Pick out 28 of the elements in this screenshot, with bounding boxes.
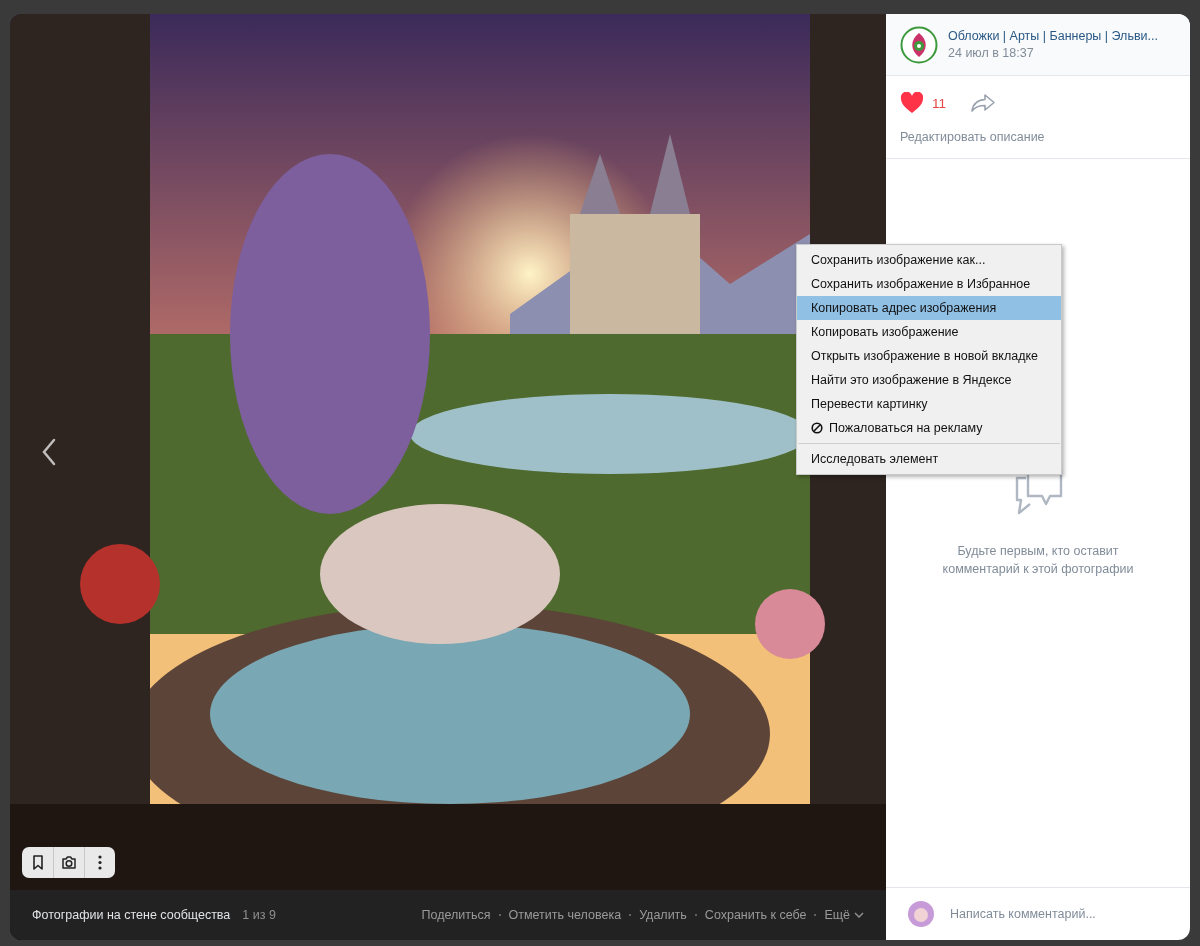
share-icon[interactable] xyxy=(970,93,996,113)
menu-item[interactable]: Копировать изображение xyxy=(797,320,1061,344)
footer-link[interactable]: Сохранить к себе xyxy=(704,908,807,922)
album-title[interactable]: Фотографии на стене сообщества xyxy=(32,908,231,922)
menu-item[interactable]: Сохранить изображение в Избранное xyxy=(797,272,1061,296)
caret-icon xyxy=(854,912,864,918)
menu-item[interactable]: Найти это изображение в Яндексе xyxy=(797,368,1061,392)
group-avatar[interactable] xyxy=(900,25,938,64)
edit-description-link[interactable]: Редактировать описание xyxy=(900,130,1176,144)
photo-counter: 1 из 9 xyxy=(242,908,276,922)
more-link[interactable]: Ещё xyxy=(824,908,864,922)
footer-link[interactable]: Отметить человека xyxy=(508,908,622,922)
menu-item[interactable]: Пожаловаться на рекламу xyxy=(797,416,1061,440)
comment-field[interactable]: Написать комментарий... xyxy=(948,906,1168,922)
chevron-left-icon[interactable] xyxy=(42,438,56,466)
empty-comments-message: Будьте первым, кто оставит комментарий к этой фотографии xyxy=(941,543,1135,578)
prohibited-icon xyxy=(811,422,823,434)
footer-link[interactable]: Поделиться xyxy=(421,908,491,922)
post-date: 24 июл в 18:37 xyxy=(948,46,1035,60)
footer-link[interactable]: Удалить xyxy=(639,908,687,922)
camera-icon[interactable] xyxy=(60,853,78,872)
author-link[interactable]: Обложки | Арты | Баннеры | Эльви... xyxy=(948,29,1158,43)
menu-item[interactable]: Копировать адрес изображения xyxy=(797,296,1061,320)
like-button[interactable]: 11 xyxy=(900,92,946,114)
menu-item[interactable]: Сохранить изображение как... xyxy=(797,248,1061,272)
menu-item[interactable]: Исследовать элемент xyxy=(797,447,1061,471)
menu-item[interactable]: Открыть изображение в новой вкладке xyxy=(797,344,1061,368)
menu-item[interactable]: Перевести картинку xyxy=(797,392,1061,416)
